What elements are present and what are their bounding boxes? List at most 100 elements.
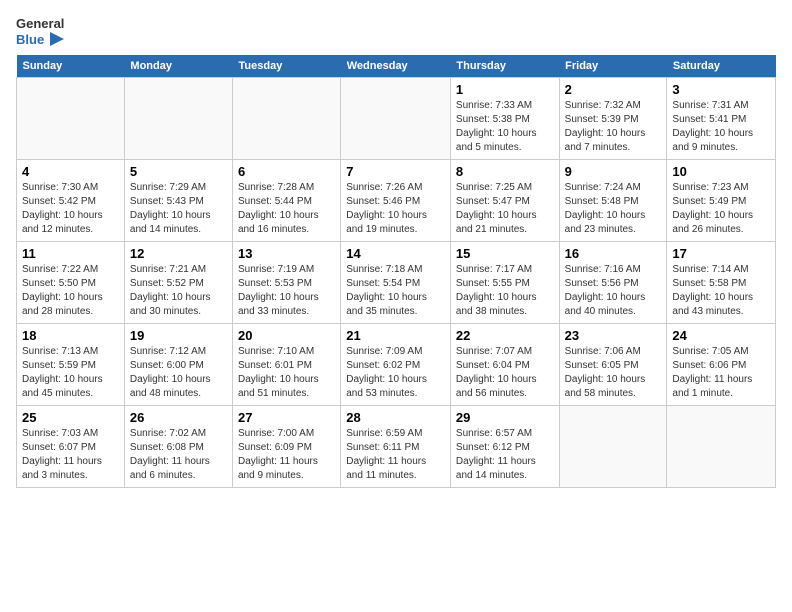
- calendar-cell: 11 Sunrise: 7:22 AM Sunset: 5:50 PM Dayli…: [17, 242, 125, 324]
- day-number: 13: [238, 246, 335, 261]
- day-number: 18: [22, 328, 119, 343]
- day-number: 26: [130, 410, 227, 425]
- days-header-row: SundayMondayTuesdayWednesdayThursdayFrid…: [17, 55, 776, 78]
- day-number: 2: [565, 82, 662, 97]
- cell-content: Sunrise: 7:16 AM Sunset: 5:56 PM Dayligh…: [565, 263, 662, 319]
- day-number: 11: [22, 246, 119, 261]
- day-header-friday: Friday: [559, 55, 667, 78]
- cell-content: Sunrise: 7:25 AM Sunset: 5:47 PM Dayligh…: [456, 181, 554, 237]
- week-row-1: 1Sunrise: 7:33 AM Sunset: 5:38 PM Daylig…: [17, 78, 776, 160]
- calendar-cell: 2 Sunrise: 7:32 AM Sunset: 5:39 PM Daylig…: [559, 78, 667, 160]
- cell-content: Sunrise: 7:00 AM Sunset: 6:09 PM Dayligh…: [238, 427, 335, 483]
- calendar-table: SundayMondayTuesdayWednesdayThursdayFrid…: [16, 55, 776, 488]
- calendar-cell: 29 Sunrise: 6:57 AM Sunset: 6:12 PM Dayli…: [450, 406, 559, 488]
- cell-content: Sunrise: 7:13 AM Sunset: 5:59 PM Dayligh…: [22, 345, 119, 401]
- page-header: General Blue: [16, 16, 776, 47]
- day-header-thursday: Thursday: [450, 55, 559, 78]
- cell-content: Sunrise: 7:24 AM Sunset: 5:48 PM Dayligh…: [565, 181, 662, 237]
- cell-content: Sunrise: 7:26 AM Sunset: 5:46 PM Dayligh…: [346, 181, 445, 237]
- calendar-cell: 9 Sunrise: 7:24 AM Sunset: 5:48 PM Daylig…: [559, 160, 667, 242]
- calendar-cell: 26Sunrise: 7:02 AM Sunset: 6:08 PM Dayli…: [124, 406, 232, 488]
- day-number: 16: [565, 246, 662, 261]
- day-number: 14: [346, 246, 445, 261]
- day-header-saturday: Saturday: [667, 55, 776, 78]
- cell-content: Sunrise: 7:28 AM Sunset: 5:44 PM Dayligh…: [238, 181, 335, 237]
- calendar-cell: 20 Sunrise: 7:10 AM Sunset: 6:01 PM Dayli…: [233, 324, 341, 406]
- calendar-cell: [233, 78, 341, 160]
- calendar-cell: 18 Sunrise: 7:13 AM Sunset: 5:59 PM Dayli…: [17, 324, 125, 406]
- calendar-cell: 8 Sunrise: 7:25 AM Sunset: 5:47 PM Daylig…: [450, 160, 559, 242]
- calendar-cell: 13 Sunrise: 7:19 AM Sunset: 5:53 PM Dayli…: [233, 242, 341, 324]
- calendar-cell: 15 Sunrise: 7:17 AM Sunset: 5:55 PM Dayli…: [450, 242, 559, 324]
- day-number: 8: [456, 164, 554, 179]
- cell-content: Sunrise: 7:29 AM Sunset: 5:43 PM Dayligh…: [130, 181, 227, 237]
- day-header-tuesday: Tuesday: [233, 55, 341, 78]
- calendar-cell: 16 Sunrise: 7:16 AM Sunset: 5:56 PM Dayli…: [559, 242, 667, 324]
- day-number: 24: [672, 328, 770, 343]
- day-number: 29: [456, 410, 554, 425]
- cell-content: Sunrise: 6:57 AM Sunset: 6:12 PM Dayligh…: [456, 427, 554, 483]
- calendar-cell: 23 Sunrise: 7:06 AM Sunset: 6:05 PM Dayli…: [559, 324, 667, 406]
- cell-content: Sunrise: 7:06 AM Sunset: 6:05 PM Dayligh…: [565, 345, 662, 401]
- calendar-cell: [341, 78, 451, 160]
- logo-general: General: [16, 16, 64, 32]
- week-row-5: 25 Sunrise: 7:03 AM Sunset: 6:07 PM Dayli…: [17, 406, 776, 488]
- day-header-sunday: Sunday: [17, 55, 125, 78]
- day-number: 21: [346, 328, 445, 343]
- day-number: 27: [238, 410, 335, 425]
- day-header-wednesday: Wednesday: [341, 55, 451, 78]
- day-number: 6: [238, 164, 335, 179]
- calendar-cell: 19Sunrise: 7:12 AM Sunset: 6:00 PM Dayli…: [124, 324, 232, 406]
- day-number: 22: [456, 328, 554, 343]
- calendar-cell: 24 Sunrise: 7:05 AM Sunset: 6:06 PM Dayli…: [667, 324, 776, 406]
- cell-content: Sunrise: 7:05 AM Sunset: 6:06 PM Dayligh…: [672, 345, 770, 401]
- cell-content: Sunrise: 7:31 AM Sunset: 5:41 PM Dayligh…: [672, 99, 770, 155]
- day-number: 15: [456, 246, 554, 261]
- calendar-cell: [667, 406, 776, 488]
- day-number: 25: [22, 410, 119, 425]
- day-number: 20: [238, 328, 335, 343]
- logo: General Blue: [16, 16, 64, 47]
- day-number: 5: [130, 164, 227, 179]
- calendar-cell: 17Sunrise: 7:14 AM Sunset: 5:58 PM Dayli…: [667, 242, 776, 324]
- day-number: 3: [672, 82, 770, 97]
- cell-content: Sunrise: 7:09 AM Sunset: 6:02 PM Dayligh…: [346, 345, 445, 401]
- cell-content: Sunrise: 7:10 AM Sunset: 6:01 PM Dayligh…: [238, 345, 335, 401]
- calendar-cell: [124, 78, 232, 160]
- calendar-cell: 10 Sunrise: 7:23 AM Sunset: 5:49 PM Dayli…: [667, 160, 776, 242]
- calendar-cell: 1Sunrise: 7:33 AM Sunset: 5:38 PM Daylig…: [450, 78, 559, 160]
- logo-arrow-icon: [46, 32, 64, 46]
- calendar-cell: 27 Sunrise: 7:00 AM Sunset: 6:09 PM Dayli…: [233, 406, 341, 488]
- week-row-4: 18 Sunrise: 7:13 AM Sunset: 5:59 PM Dayli…: [17, 324, 776, 406]
- cell-content: Sunrise: 7:14 AM Sunset: 5:58 PM Dayligh…: [672, 263, 770, 319]
- cell-content: Sunrise: 7:19 AM Sunset: 5:53 PM Dayligh…: [238, 263, 335, 319]
- calendar-cell: 5 Sunrise: 7:29 AM Sunset: 5:43 PM Daylig…: [124, 160, 232, 242]
- day-header-monday: Monday: [124, 55, 232, 78]
- cell-content: Sunrise: 7:30 AM Sunset: 5:42 PM Dayligh…: [22, 181, 119, 237]
- day-number: 28: [346, 410, 445, 425]
- logo-blue: Blue: [16, 32, 64, 48]
- cell-content: Sunrise: 7:33 AM Sunset: 5:38 PM Dayligh…: [456, 99, 554, 155]
- day-number: 9: [565, 164, 662, 179]
- calendar-cell: [17, 78, 125, 160]
- cell-content: Sunrise: 7:12 AM Sunset: 6:00 PM Dayligh…: [130, 345, 227, 401]
- calendar-cell: 28Sunrise: 6:59 AM Sunset: 6:11 PM Dayli…: [341, 406, 451, 488]
- cell-content: Sunrise: 7:07 AM Sunset: 6:04 PM Dayligh…: [456, 345, 554, 401]
- day-number: 4: [22, 164, 119, 179]
- cell-content: Sunrise: 7:17 AM Sunset: 5:55 PM Dayligh…: [456, 263, 554, 319]
- calendar-cell: 12Sunrise: 7:21 AM Sunset: 5:52 PM Dayli…: [124, 242, 232, 324]
- week-row-3: 11 Sunrise: 7:22 AM Sunset: 5:50 PM Dayli…: [17, 242, 776, 324]
- calendar-cell: 14 Sunrise: 7:18 AM Sunset: 5:54 PM Dayli…: [341, 242, 451, 324]
- cell-content: Sunrise: 7:23 AM Sunset: 5:49 PM Dayligh…: [672, 181, 770, 237]
- day-number: 10: [672, 164, 770, 179]
- day-number: 23: [565, 328, 662, 343]
- cell-content: Sunrise: 7:18 AM Sunset: 5:54 PM Dayligh…: [346, 263, 445, 319]
- cell-content: Sunrise: 7:21 AM Sunset: 5:52 PM Dayligh…: [130, 263, 227, 319]
- cell-content: Sunrise: 7:22 AM Sunset: 5:50 PM Dayligh…: [22, 263, 119, 319]
- calendar-cell: 22 Sunrise: 7:07 AM Sunset: 6:04 PM Dayli…: [450, 324, 559, 406]
- cell-content: Sunrise: 7:03 AM Sunset: 6:07 PM Dayligh…: [22, 427, 119, 483]
- day-number: 7: [346, 164, 445, 179]
- calendar-cell: 7 Sunrise: 7:26 AM Sunset: 5:46 PM Daylig…: [341, 160, 451, 242]
- calendar-cell: 6 Sunrise: 7:28 AM Sunset: 5:44 PM Daylig…: [233, 160, 341, 242]
- cell-content: Sunrise: 7:32 AM Sunset: 5:39 PM Dayligh…: [565, 99, 662, 155]
